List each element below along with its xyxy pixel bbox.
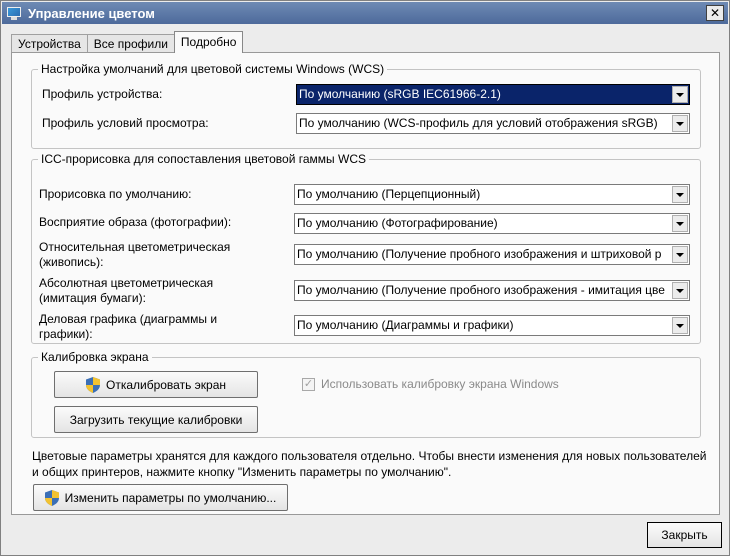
business-graphics-label-line2: графики): — [39, 327, 93, 341]
perceptual-combo[interactable]: По умолчанию (Фотографирование) — [294, 213, 690, 234]
use-windows-calibration-checkbox[interactable]: ✓ — [302, 377, 315, 391]
calibrate-display-label: Откалибровать экран — [105, 377, 227, 392]
info-text: Цветовые параметры хранятся для каждого … — [32, 449, 707, 479]
relative-colorimetric-label-line2: (живопись): — [39, 255, 104, 269]
wcs-group-title: Настройка умолчаний для цветовой системы… — [38, 62, 388, 76]
icc-group-title: ICC-прорисовка для сопоставления цветово… — [38, 152, 369, 166]
chevron-down-icon[interactable] — [672, 86, 688, 103]
perceptual-label: Восприятие образа (фотографии): — [39, 215, 232, 229]
tab-strip: Устройства Все профили Подробно — [11, 31, 244, 53]
close-window-button[interactable]: ✕ — [706, 5, 724, 21]
absolute-colorimetric-label-line2: (имитация бумаги): — [39, 291, 146, 305]
reload-calibrations-button[interactable]: Загрузить текущие калибровки — [54, 406, 258, 433]
business-graphics-combo[interactable]: По умолчанию (Диаграммы и графики) — [294, 315, 690, 336]
calibrate-display-button[interactable]: Откалибровать экран — [54, 371, 258, 398]
tab-advanced[interactable]: Подробно — [173, 31, 244, 53]
change-system-defaults-button[interactable]: Изменить параметры по умолчанию... — [33, 484, 288, 511]
window-title: Управление цветом — [28, 5, 155, 21]
viewing-conditions-value: По умолчанию (WCS-профиль для условий от… — [299, 116, 658, 130]
business-graphics-value: По умолчанию (Диаграммы и графики) — [297, 318, 514, 332]
absolute-colorimetric-label-line1: Абсолютная цветометрическая — [39, 276, 214, 290]
tab-all-profiles[interactable]: Все профили — [86, 34, 175, 53]
absolute-colorimetric-value: По умолчанию (Получение пробного изображ… — [297, 283, 665, 297]
chevron-down-icon[interactable] — [672, 186, 688, 203]
close-button[interactable]: Закрыть — [647, 522, 722, 548]
default-rendering-combo[interactable]: По умолчанию (Перцепционный) — [294, 184, 690, 205]
business-graphics-label-line1: Деловая графика (диаграммы и — [39, 312, 218, 326]
viewing-conditions-combo[interactable]: По умолчанию (WCS-профиль для условий от… — [296, 113, 690, 134]
default-rendering-label: Прорисовка по умолчанию: — [39, 187, 192, 201]
reload-calibrations-label: Загрузить текущие калибровки — [69, 412, 243, 427]
title-bar[interactable]: Управление цветом ✕ — [2, 2, 728, 24]
wcs-defaults-group: Настройка умолчаний для цветовой системы… — [31, 62, 701, 149]
chevron-down-icon[interactable] — [672, 282, 688, 299]
change-system-defaults-label: Изменить параметры по умолчанию... — [64, 490, 277, 505]
tab-devices[interactable]: Устройства — [11, 34, 88, 53]
device-profile-combo[interactable]: По умолчанию (sRGB IEC61966-2.1) — [296, 84, 690, 105]
tab-panel-advanced: Настройка умолчаний для цветовой системы… — [11, 52, 720, 515]
chevron-down-icon[interactable] — [672, 246, 688, 263]
device-profile-label: Профиль устройства: — [42, 87, 163, 101]
absolute-colorimetric-combo[interactable]: По умолчанию (Получение пробного изображ… — [294, 280, 690, 301]
use-windows-calibration-label: Использовать калибровку экрана Windows — [321, 377, 559, 391]
device-profile-value: По умолчанию (sRGB IEC61966-2.1) — [297, 85, 689, 104]
chevron-down-icon[interactable] — [672, 317, 688, 334]
color-management-window: Управление цветом ✕ Устройства Все профи… — [0, 0, 730, 556]
use-windows-calibration-row[interactable]: ✓ Использовать калибровку экрана Windows — [302, 377, 559, 391]
relative-colorimetric-combo[interactable]: По умолчанию (Получение пробного изображ… — [294, 244, 690, 265]
chevron-down-icon[interactable] — [672, 115, 688, 132]
relative-colorimetric-value: По умолчанию (Получение пробного изображ… — [297, 247, 662, 261]
icc-rendering-group: ICC-прорисовка для сопоставления цветово… — [31, 152, 701, 344]
monitor-icon — [6, 6, 22, 20]
calibration-group-title: Калибровка экрана — [38, 350, 152, 364]
default-rendering-value: По умолчанию (Перцепционный) — [297, 187, 481, 201]
perceptual-value: По умолчанию (Фотографирование) — [297, 216, 498, 230]
display-calibration-group: Калибровка экрана Откалибровать экран ✓ … — [31, 350, 701, 438]
chevron-down-icon[interactable] — [672, 215, 688, 232]
relative-colorimetric-label-line1: Относительная цветометрическая — [39, 240, 231, 254]
uac-shield-icon — [85, 376, 100, 393]
viewing-conditions-label: Профиль условий просмотра: — [42, 116, 209, 130]
uac-shield-icon — [44, 489, 59, 506]
